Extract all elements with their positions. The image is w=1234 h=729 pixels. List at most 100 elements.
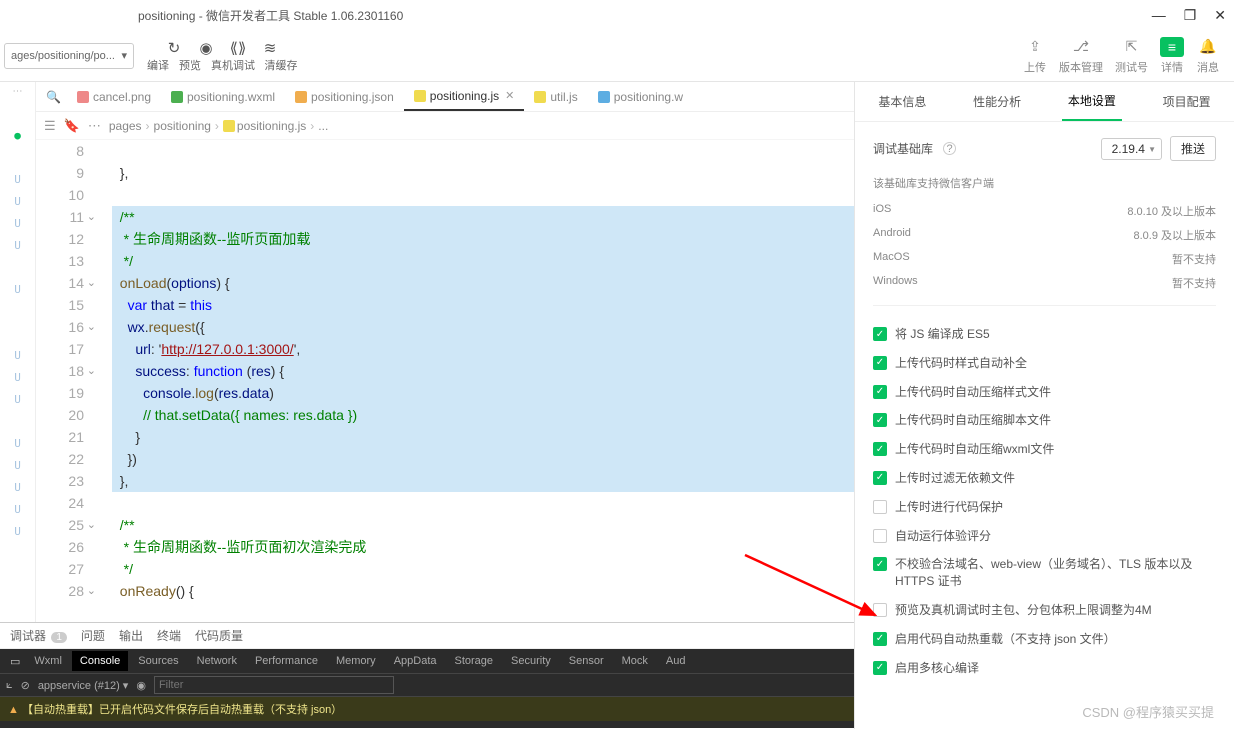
right-panel: 基本信息 性能分析 本地设置 项目配置 调试基础库 ? 2.19.4 推送 该基… [854,82,1234,729]
clear-icon[interactable]: ⊘ [21,679,30,692]
upload-button[interactable]: ⇪上传 [1023,37,1047,75]
file-tab[interactable]: positioning.json [285,83,404,111]
checkbox-label: 不校验合法域名、web-view（业务域名）、TLS 版本以及 HTTPS 证书 [895,556,1216,590]
debugger-tab[interactable]: 调试器 1 [10,627,67,644]
bc-positioning[interactable]: positioning [154,119,211,133]
platform-row: iOS8.0.10 及以上版本 [873,199,1216,223]
devtools-tab-memory[interactable]: Memory [328,651,384,671]
stack-icon[interactable]: ≋ [261,39,279,57]
devtools-tab-aud[interactable]: Aud [658,651,694,671]
list-icon[interactable]: ☰ [44,118,56,134]
setting-checkbox-row[interactable]: 预览及真机调试时主包、分包体积上限调整为4M [873,596,1216,625]
checkbox-icon: ✓ [873,385,887,399]
checkbox-icon [873,603,887,617]
tab-basic-info[interactable]: 基本信息 [872,83,932,120]
bc-pages[interactable]: pages [109,119,142,133]
file-tab[interactable]: positioning.js✕ [404,83,525,111]
devtools-tab-appdata[interactable]: AppData [386,651,445,671]
checkbox-icon: ✓ [873,442,887,456]
eye-icon[interactable]: ◉ [197,39,215,57]
maximize-icon[interactable]: ❐ [1184,7,1197,24]
setting-checkbox-row[interactable]: ✓上传时过滤无依赖文件 [873,464,1216,493]
realdebug-label: 真机调试 [208,57,258,73]
setting-checkbox-row[interactable]: ✓上传代码时自动压缩脚本文件 [873,406,1216,435]
file-icon [598,91,610,103]
minimize-icon[interactable]: — [1152,7,1166,24]
setting-checkbox-row[interactable]: ✓上传代码时样式自动补全 [873,349,1216,378]
platform-row: MacOS暂不支持 [873,247,1216,271]
terminal-tab[interactable]: 终端 [157,627,181,644]
setting-checkbox-row[interactable]: 上传时进行代码保护 [873,493,1216,522]
file-icon [414,90,426,102]
checkbox-icon: ✓ [873,632,887,646]
setting-checkbox-row[interactable]: 自动运行体验评分 [873,522,1216,551]
search-icon[interactable]: 🔍 [40,90,67,104]
devtools-tab-sensor[interactable]: Sensor [561,651,612,671]
checkbox-icon: ✓ [873,661,887,675]
bc-more[interactable]: ... [318,119,328,133]
platform-name: Windows [873,275,918,291]
more-icon[interactable]: ⋯ [88,118,101,134]
message-button[interactable]: 🔔消息 [1196,37,1220,75]
devtools-tab-mock[interactable]: Mock [614,651,656,671]
tab-performance[interactable]: 性能分析 [967,83,1027,120]
file-tab[interactable]: positioning.w [588,83,693,111]
file-tab[interactable]: util.js [524,83,587,111]
setting-checkbox-row[interactable]: ✓启用多核心编译 [873,654,1216,683]
file-tab[interactable]: positioning.wxml [161,83,285,111]
inspect-element-icon[interactable]: ▭ [6,655,24,668]
platform-name: iOS [873,203,891,219]
setting-checkbox-row[interactable]: ✓上传代码时自动压缩wxml文件 [873,435,1216,464]
window-controls: — ❐ ✕ [1152,7,1226,24]
file-icon [171,91,183,103]
devtools-tab-console[interactable]: Console [72,651,128,671]
inspect-icon[interactable]: ⟀ [6,679,13,692]
devtools-tab-wxml[interactable]: Wxml [26,651,70,671]
checkbox-label: 将 JS 编译成 ES5 [895,326,990,343]
file-tab-label: positioning.wxml [187,90,275,104]
lib-note: 该基础库支持微信客户端 [873,175,1216,191]
code-quality-tab[interactable]: 代码质量 [195,627,243,644]
checkbox-icon: ✓ [873,471,887,485]
compile-label: 编译 [144,57,172,73]
bookmark-icon[interactable]: 🔖 [64,118,80,134]
file-tab[interactable]: cancel.png [67,83,161,111]
platform-row: Windows 暂不支持 [873,271,1216,295]
push-button[interactable]: 推送 [1170,136,1216,161]
checkbox-icon: ✓ [873,557,887,571]
version-button[interactable]: ⎇版本管理 [1059,37,1103,75]
context-select[interactable]: appservice (#12) ▾ [38,679,129,692]
close-icon[interactable]: ✕ [505,89,514,102]
tab-local-settings[interactable]: 本地设置 [1062,82,1122,121]
checkbox-label: 预览及真机调试时主包、分包体积上限调整为4M [895,602,1152,619]
filter-input[interactable] [154,676,394,694]
test-id-button[interactable]: ⇱测试号 [1115,37,1148,75]
tab-project-config[interactable]: 项目配置 [1157,83,1217,120]
help-icon[interactable]: ? [943,142,956,155]
setting-checkbox-row[interactable]: ✓启用代码自动热重载（不支持 json 文件） [873,625,1216,654]
clearcache-label: 清缓存 [262,57,300,73]
bc-file[interactable]: positioning.js [223,119,306,133]
file-tab-label: util.js [550,90,577,104]
devtools-tab-performance[interactable]: Performance [247,651,326,671]
close-icon[interactable]: ✕ [1214,7,1226,24]
more-icon[interactable]: ⋯ [13,86,23,97]
setting-checkbox-row[interactable]: ✓上传代码时自动压缩样式文件 [873,378,1216,407]
problems-tab[interactable]: 问题 [81,627,105,644]
detail-button[interactable]: ≡详情 [1160,37,1184,75]
phone-icon[interactable]: ⟪⟫ [229,39,247,57]
output-tab[interactable]: 输出 [119,627,143,644]
platform-version: 暂不支持 [1172,275,1216,291]
devtools-tab-network[interactable]: Network [189,651,245,671]
setting-checkbox-row[interactable]: ✓ 不校验合法域名、web-view（业务域名）、TLS 版本以及 HTTPS 证… [873,550,1216,596]
lib-version-select[interactable]: 2.19.4 [1101,138,1162,160]
devtools-tab-security[interactable]: Security [503,651,559,671]
refresh-icon[interactable]: ↻ [165,39,183,57]
checkbox-icon: ✓ [873,327,887,341]
eye-icon[interactable]: ◉ [136,679,146,692]
page-path-dropdown[interactable]: ages/positioning/po...▾ [4,43,134,69]
setting-checkbox-row[interactable]: ✓ 将 JS 编译成 ES5 [873,320,1216,349]
devtools-tab-sources[interactable]: Sources [130,651,186,671]
file-icon [77,91,89,103]
devtools-tab-storage[interactable]: Storage [447,651,502,671]
